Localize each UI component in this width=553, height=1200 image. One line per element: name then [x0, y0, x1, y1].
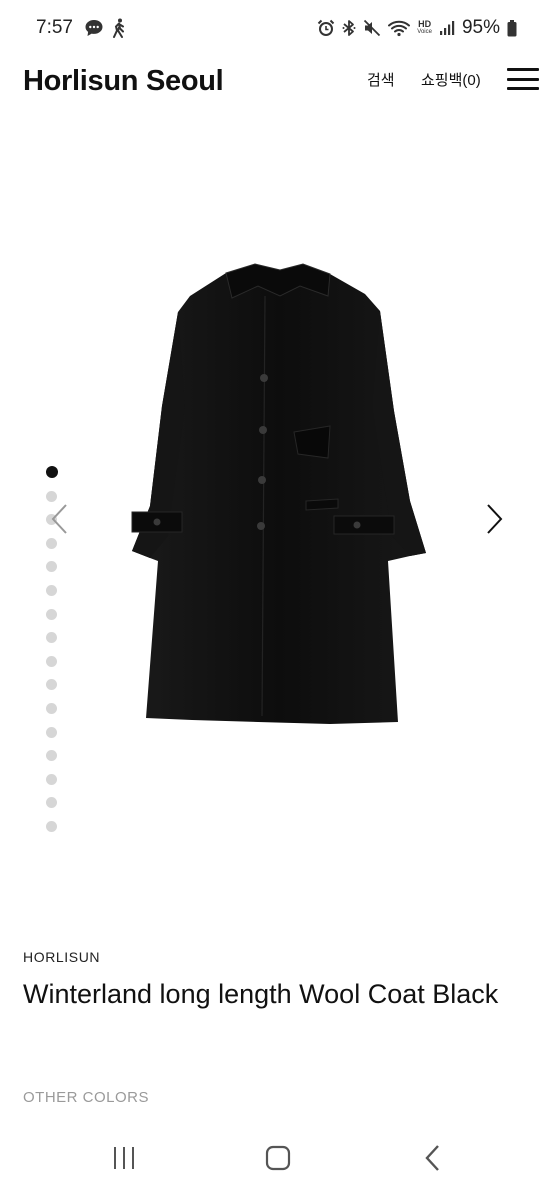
product-image[interactable]: [0, 106, 553, 926]
gallery-dot[interactable]: [46, 797, 57, 809]
product-gallery[interactable]: [0, 106, 553, 926]
site-header: Horlisun Seoul 검색 쇼핑백(0): [0, 58, 553, 106]
hd-voice-icon: HD Voice: [417, 20, 432, 36]
gallery-dot[interactable]: [46, 466, 58, 478]
gallery-dot[interactable]: [46, 608, 57, 620]
home-icon[interactable]: [258, 1138, 298, 1178]
gallery-dot[interactable]: [46, 632, 57, 644]
gallery-dot[interactable]: [46, 655, 57, 667]
voice-label: Voice: [417, 29, 432, 35]
other-colors-label: OTHER COLORS: [23, 1089, 150, 1106]
bluetooth-icon: [342, 19, 356, 37]
signal-icon: [439, 20, 455, 36]
gallery-dot[interactable]: [46, 490, 57, 502]
walking-person-icon: [112, 18, 126, 38]
brand-logo[interactable]: Horlisun Seoul: [23, 65, 224, 98]
coat-illustration: [131, 263, 426, 724]
back-icon[interactable]: [413, 1138, 453, 1178]
gallery-dot[interactable]: [46, 702, 57, 714]
search-link[interactable]: 검색: [367, 69, 395, 90]
status-time: 7:57: [36, 17, 73, 38]
gallery-dot[interactable]: [46, 561, 57, 573]
gallery-dot[interactable]: [46, 679, 57, 691]
hamburger-menu-icon[interactable]: [507, 68, 539, 90]
product-brand[interactable]: HORLISUN: [23, 949, 100, 965]
status-right-icons: HD Voice 95%: [317, 17, 517, 39]
mute-icon: [363, 19, 381, 37]
gallery-dot[interactable]: [46, 820, 57, 832]
recent-apps-icon[interactable]: [104, 1138, 144, 1178]
battery-percent: 95%: [461, 17, 500, 38]
chevron-left-icon[interactable]: [48, 502, 72, 536]
gallery-dot[interactable]: [46, 584, 57, 596]
status-bar: 7:57 HD Voice 95%: [0, 0, 553, 58]
gallery-dot[interactable]: [46, 537, 57, 549]
gallery-dot[interactable]: [46, 750, 57, 762]
product-title: Winterland long length Wool Coat Black: [23, 979, 499, 1009]
chevron-right-icon[interactable]: [482, 502, 506, 536]
system-nav-bar: [0, 1120, 553, 1200]
wifi-icon: [388, 19, 411, 37]
alarm-icon: [317, 19, 335, 37]
hd-label: HD: [418, 19, 432, 29]
battery-icon: [507, 19, 517, 37]
gallery-dot[interactable]: [46, 773, 57, 785]
chat-bubble-icon: [84, 18, 104, 38]
shopping-bag-link[interactable]: 쇼핑백(0): [421, 69, 481, 90]
status-left-icons: [84, 18, 126, 38]
gallery-dot[interactable]: [46, 726, 57, 738]
